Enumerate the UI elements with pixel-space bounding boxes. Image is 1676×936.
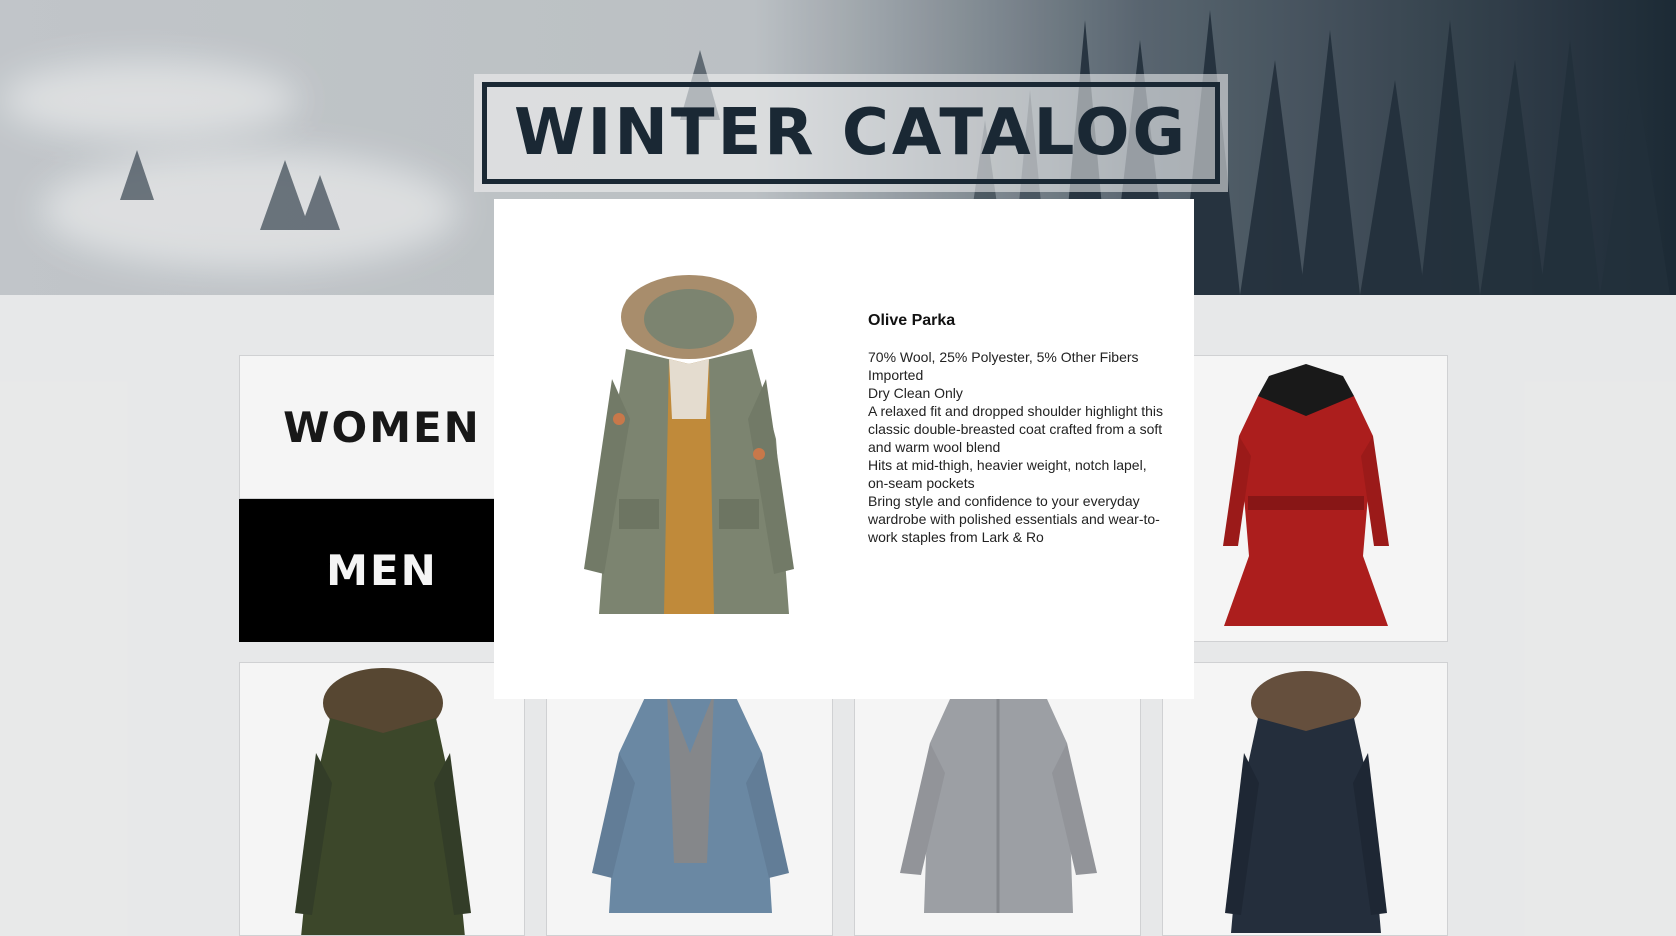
product-modal: Olive Parka 70% Wool, 25% Polyester, 5% … (494, 199, 1194, 699)
description-line: Dry Clean Only (868, 385, 963, 401)
product-description: 70% Wool, 25% Polyester, 5% Other Fibers… (868, 348, 1168, 546)
description-line: Bring style and confidence to your every… (868, 493, 1160, 545)
description-line: A relaxed fit and dropped shoulder highl… (868, 403, 1163, 455)
product-name: Olive Parka (868, 312, 956, 329)
description-line: Imported (868, 367, 924, 383)
description-line: 70% Wool, 25% Polyester, 5% Other Fibers (868, 349, 1139, 365)
description-line: Hits at mid-thigh, heavier weight, notch… (868, 457, 1147, 491)
product-details: Olive Parka 70% Wool, 25% Polyester, 5% … (868, 312, 1168, 546)
olive-parka-image (584, 275, 794, 614)
